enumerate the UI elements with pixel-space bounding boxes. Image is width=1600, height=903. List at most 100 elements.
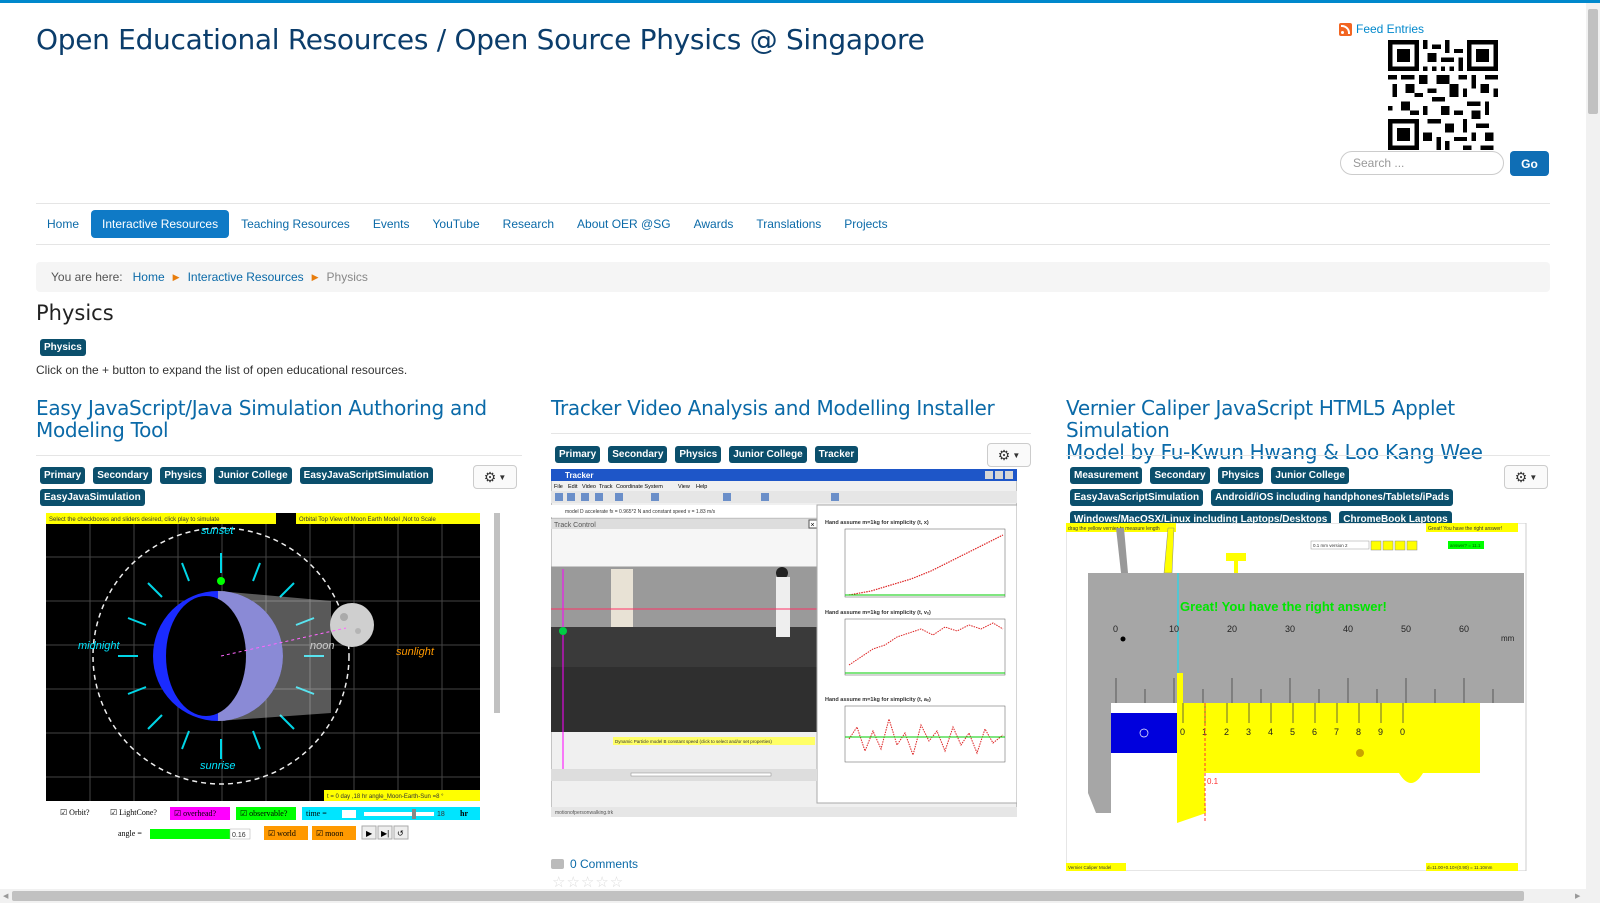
sim-status: t = 0 day ,18 hr angle_Moon-Earth-Sun =8… (327, 794, 444, 800)
tag-secondary[interactable]: Secondary (93, 467, 153, 484)
time-slider[interactable] (364, 812, 434, 816)
overhead-checkbox[interactable]: ☑ overhead? (174, 809, 216, 818)
moon-checkbox[interactable]: ☑ moon (316, 829, 343, 838)
comments-label[interactable]: 0 Comments (570, 857, 638, 871)
feed-label[interactable]: Feed Entries (1356, 22, 1424, 36)
site-title[interactable]: Open Educational Resources / Open Source… (36, 23, 925, 56)
svg-text:0: 0 (1113, 624, 1118, 634)
comment-icon (551, 859, 564, 869)
scroll-left-icon[interactable]: ◀ (3, 892, 8, 900)
page-title: Physics (36, 301, 114, 325)
plot-title-a: Hand assume m=1kg for simplicity (t, aₓ) (825, 697, 931, 703)
moon-earth-simulation[interactable]: Select the checkboxes and sliders desire… (46, 513, 506, 858)
nav-item-projects[interactable]: Projects (833, 210, 898, 238)
comments-link[interactable]: 0 Comments (551, 857, 638, 871)
sim-instruction: Select the checkboxes and sliders desire… (49, 517, 220, 523)
svg-text:Track: Track (599, 484, 613, 490)
breadcrumb-separator-icon: ▶ (172, 271, 180, 282)
vertical-scrollbar[interactable] (1586, 3, 1600, 903)
tag-ejss[interactable]: EasyJavaScriptSimulation (1070, 489, 1204, 506)
tag-ejs[interactable]: EasyJavaSimulation (40, 489, 145, 506)
search-input[interactable] (1340, 151, 1504, 175)
scroll-right-icon[interactable]: ▶ (1575, 892, 1580, 900)
card-options-button[interactable]: ⚙ ▼ (1504, 465, 1548, 489)
sim-scrollbar[interactable] (494, 513, 500, 713)
breadcrumb-section[interactable]: Interactive Resources (188, 270, 304, 284)
svg-text:Coordinate System: Coordinate System (616, 484, 663, 490)
card-title[interactable]: Vernier Caliper JavaScript HTML5 Applet … (1066, 397, 1550, 463)
tracker-title: Tracker (565, 471, 593, 480)
orbit-checkbox[interactable]: ☑ Orbit? (60, 808, 90, 817)
tag-junior-college[interactable]: Junior College (214, 467, 292, 484)
nav-item-awards[interactable]: Awards (683, 210, 745, 238)
caliper-instruction: drag the yellow vernier to measure lengt… (1068, 526, 1160, 532)
tag-ejss[interactable]: EasyJavaScriptSimulation (299, 467, 433, 484)
page-tag[interactable]: Physics (40, 339, 86, 356)
tag-measurement[interactable]: Measurement (1070, 467, 1143, 484)
angle-slider[interactable] (150, 829, 230, 839)
tag-secondary[interactable]: Secondary (608, 446, 668, 463)
reset-icon[interactable]: ↺ (397, 829, 404, 838)
version-select[interactable]: 0.1 mm version 2 (1313, 543, 1348, 548)
world-checkbox[interactable]: ☑ world (268, 829, 296, 838)
label-sunrise: sunrise (200, 760, 235, 772)
rss-icon (1339, 22, 1352, 36)
svg-text:20: 20 (1227, 624, 1237, 634)
label-sunlight: sunlight (396, 646, 435, 658)
tag-android-ios[interactable]: Android/iOS including handphones/Tablets… (1211, 489, 1454, 506)
label-midnight: midnight (78, 640, 121, 652)
nav-item-youtube[interactable]: YouTube (422, 210, 491, 238)
nav-item-interactive-resources[interactable]: Interactive Resources (91, 210, 230, 238)
label-sunset: sunset (201, 525, 234, 537)
vernier-caliper-simulation[interactable]: drag the yellow vernier to measure lengt… (1066, 523, 1532, 871)
svg-text:7: 7 (1334, 727, 1339, 737)
play-icon[interactable]: ▶ (366, 829, 373, 838)
breadcrumb: You are here: Home ▶ Interactive Resourc… (36, 262, 1550, 292)
card-tags: Measurement Secondary Physics Junior Colleg… (1070, 465, 1490, 531)
plot-title-v: Hand assume m=1kg for simplicity (t, vₓ) (825, 610, 931, 616)
svg-text:Help: Help (696, 484, 707, 490)
gear-icon: ⚙ (997, 446, 1011, 463)
track-control-title: Track Control (554, 522, 596, 529)
nav-item-translations[interactable]: Translations (745, 210, 832, 238)
breadcrumb-current: Physics (326, 270, 368, 284)
plot-title-x: Hand assume m=1kg for simplicity (t, x) (825, 520, 929, 526)
svg-text:5: 5 (1290, 727, 1295, 737)
tag-physics[interactable]: Physics (1217, 467, 1264, 484)
tag-junior-college[interactable]: Junior College (729, 446, 807, 463)
svg-text:0: 0 (1180, 727, 1185, 737)
go-button[interactable]: Go (1510, 151, 1549, 176)
tag-physics[interactable]: Physics (160, 467, 207, 484)
tag-primary[interactable]: Primary (40, 467, 86, 484)
nav-item-research[interactable]: Research (492, 210, 565, 238)
breadcrumb-home[interactable]: Home (133, 270, 165, 284)
nav-item-teaching-resources[interactable]: Teaching Resources (230, 210, 361, 238)
card-options-button[interactable]: ⚙ ▼ (473, 465, 517, 489)
card-title[interactable]: Easy JavaScript/Java Simulation Authorin… (36, 397, 522, 441)
svg-text:8: 8 (1356, 727, 1361, 737)
tag-junior-college[interactable]: Junior College (1271, 467, 1349, 484)
tag-secondary[interactable]: Secondary (1150, 467, 1210, 484)
feed-link[interactable]: Feed Entries (1339, 22, 1424, 36)
nav-item-about[interactable]: About OER @SG (566, 210, 682, 238)
tag-physics[interactable]: Physics (675, 446, 722, 463)
step-icon[interactable]: ▶| (381, 829, 389, 838)
resource-card-tracker: Tracker Video Analysis and Modelling Ins… (551, 397, 1031, 419)
nav-item-events[interactable]: Events (362, 210, 421, 238)
lightcone-checkbox[interactable]: ☑ LightCone? (110, 808, 157, 817)
svg-text:3: 3 (1246, 727, 1251, 737)
svg-text:10: 10 (1169, 624, 1179, 634)
tracker-screenshot[interactable]: Tracker File Edit Video Track Coordinate Sy… (551, 469, 1017, 817)
card-title[interactable]: Tracker Video Analysis and Modelling Ins… (551, 397, 1031, 419)
tag-primary[interactable]: Primary (555, 446, 601, 463)
gear-icon: ⚙ (483, 468, 497, 485)
observable-checkbox[interactable]: ☑ observable? (240, 809, 288, 818)
vertical-scrollbar-thumb[interactable] (1588, 9, 1598, 114)
nav-item-home[interactable]: Home (36, 210, 90, 238)
tag-tracker[interactable]: Tracker (814, 446, 859, 463)
card-tags: Primary Secondary Physics Junior College Tra… (555, 444, 975, 466)
svg-text:30: 30 (1285, 624, 1295, 634)
card-options-button[interactable]: ⚙ ▼ (987, 443, 1031, 467)
answer-field[interactable]: answer? = 11.1 (1450, 543, 1481, 548)
sim-subtitle: Orbital Top View of Moon Earth Model ,No… (299, 517, 437, 523)
